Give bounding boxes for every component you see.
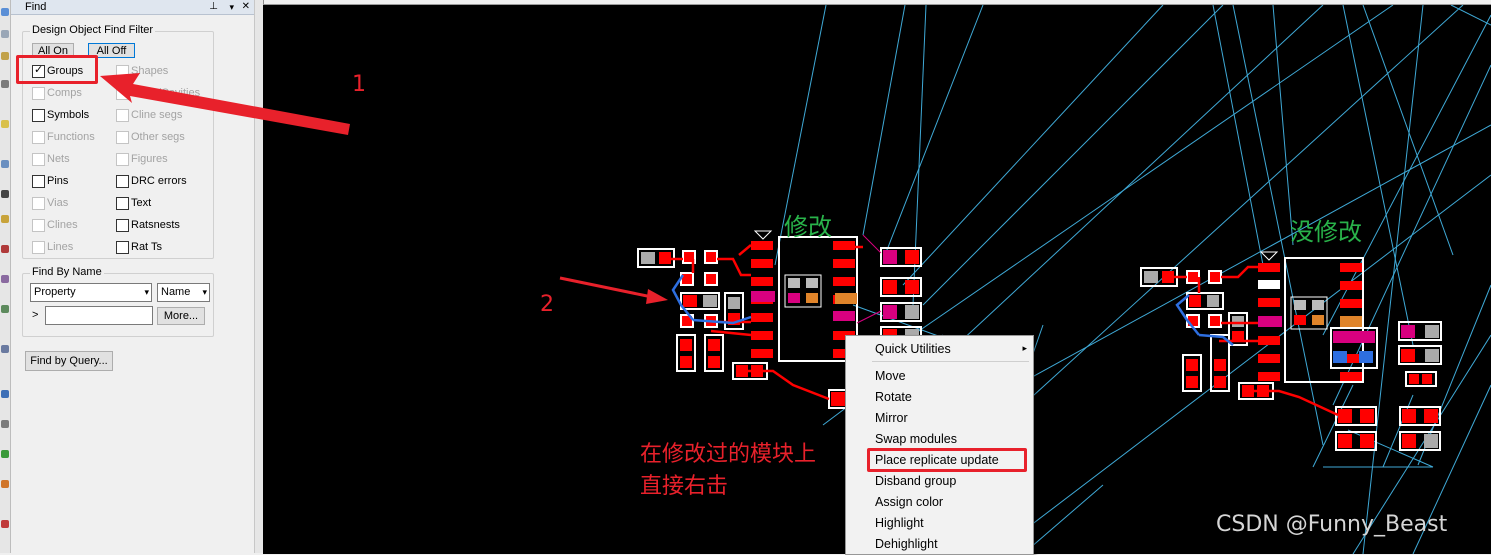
checkbox	[32, 87, 45, 100]
close-icon[interactable]: ✕	[242, 0, 250, 14]
tool-icon[interactable]	[1, 30, 9, 38]
filter-label: Figures	[131, 153, 168, 165]
groups-highlight-box	[16, 55, 98, 84]
filter-label: Other segs	[131, 131, 185, 143]
find-by-query-button[interactable]: Find by Query...	[25, 351, 113, 371]
checkbox	[32, 131, 45, 144]
menu-item-assign-color[interactable]: Assign color	[875, 494, 943, 510]
filter-label: Lines	[47, 241, 74, 253]
checkbox	[32, 153, 45, 166]
tool-icon[interactable]	[1, 305, 9, 313]
filter-label: Rat Ts	[131, 241, 162, 253]
tool-icon[interactable]	[1, 215, 9, 223]
tool-icon[interactable]	[1, 480, 9, 488]
instruction-line-2: 直接右击	[640, 474, 729, 499]
find-panel-title: Find	[25, 1, 47, 13]
tool-icon[interactable]	[1, 275, 9, 283]
unmodified-label: 没修改	[1290, 218, 1362, 246]
menu-item-disband-group[interactable]: Disband group	[875, 473, 956, 489]
place-replicate-update-highlight-box	[867, 448, 1027, 472]
instruction-line-1: 在修改过的模块上	[640, 442, 817, 467]
tool-icon[interactable]	[1, 80, 9, 88]
tool-icon[interactable]	[1, 245, 9, 253]
menu-item-quick-utilities[interactable]: Quick Utilities	[875, 341, 951, 357]
checkbox	[116, 87, 129, 100]
menu-item-mirror[interactable]: Mirror	[875, 410, 908, 426]
menu-gutter	[846, 336, 870, 554]
tool-icon[interactable]	[1, 120, 9, 128]
name-select[interactable]: Name ▾	[157, 283, 210, 302]
chevron-down-icon: ▾	[144, 287, 149, 297]
menu-item-rotate[interactable]: Rotate	[875, 389, 912, 405]
filter-label: Symbols	[47, 109, 90, 121]
checkbox	[116, 153, 129, 166]
step-2-label: 2	[540, 292, 554, 317]
menu-item-swap-modules[interactable]: Swap modules	[875, 431, 957, 447]
checkbox	[116, 65, 129, 78]
property-select[interactable]: Property ▾	[30, 283, 152, 302]
tool-icon[interactable]	[1, 450, 9, 458]
tool-icon[interactable]	[1, 52, 9, 60]
filter-label: Nets	[47, 153, 70, 165]
name-input[interactable]	[45, 306, 153, 325]
tool-icon[interactable]	[1, 520, 9, 528]
menu-separator	[872, 361, 1029, 362]
dropdown-icon[interactable]: ▾	[229, 0, 234, 14]
find-panel-titlebar: Find ⊥ ▾ ✕	[11, 0, 254, 15]
submenu-arrow-icon: ▸	[1022, 343, 1027, 353]
filter-label: Clines	[47, 219, 78, 231]
filter-label: Shapes	[131, 65, 169, 77]
tool-icon[interactable]	[1, 160, 9, 168]
right-module	[1140, 251, 1442, 451]
more-button[interactable]: More...	[157, 307, 205, 325]
checkbox[interactable]	[116, 197, 129, 210]
menu-item-dehighlight[interactable]: Dehighlight	[875, 536, 938, 552]
checkbox[interactable]	[116, 219, 129, 232]
filter-label: Text	[131, 197, 152, 209]
chevron-down-icon: ▾	[202, 287, 207, 297]
filter-label: Functions	[47, 131, 95, 143]
context-menu: Quick Utilities ▸ Move Rotate Mirror Swap mod…	[845, 335, 1034, 555]
find-filter-title: Design Object Find Filter	[30, 24, 156, 36]
checkbox[interactable]	[32, 175, 45, 188]
checkbox	[32, 241, 45, 254]
left-toolstrip	[0, 0, 11, 553]
filter-label: Cline segs	[131, 109, 183, 121]
filter-label: Comps	[47, 87, 82, 99]
tool-icon[interactable]	[1, 390, 9, 398]
checkbox	[116, 131, 129, 144]
checkbox	[32, 219, 45, 232]
filter-label: DRC errors	[131, 175, 187, 187]
tool-icon[interactable]	[1, 8, 9, 16]
menu-item-highlight[interactable]: Highlight	[875, 515, 924, 531]
pin-icon[interactable]: ⊥	[209, 0, 218, 14]
filter-label: Vias	[47, 197, 69, 209]
checkbox	[32, 197, 45, 210]
filter-label: Ratsnests	[131, 219, 180, 231]
prompt-glyph: >	[32, 309, 39, 321]
checkbox	[116, 109, 129, 122]
tool-icon[interactable]	[1, 345, 9, 353]
checkbox[interactable]	[32, 109, 45, 122]
find-by-name-title: Find By Name	[30, 266, 104, 278]
filter-label: Voids/Cavities	[131, 87, 201, 99]
checkbox[interactable]	[116, 175, 129, 188]
filter-label: Pins	[47, 175, 69, 187]
tool-icon[interactable]	[1, 420, 9, 428]
step-1-label: 1	[352, 72, 366, 97]
tool-icon[interactable]	[1, 190, 9, 198]
menu-item-move[interactable]: Move	[875, 368, 906, 384]
modified-label: 修改	[784, 213, 832, 241]
watermark: CSDN @Funny_Beast	[1216, 512, 1448, 537]
checkbox[interactable]	[116, 241, 129, 254]
